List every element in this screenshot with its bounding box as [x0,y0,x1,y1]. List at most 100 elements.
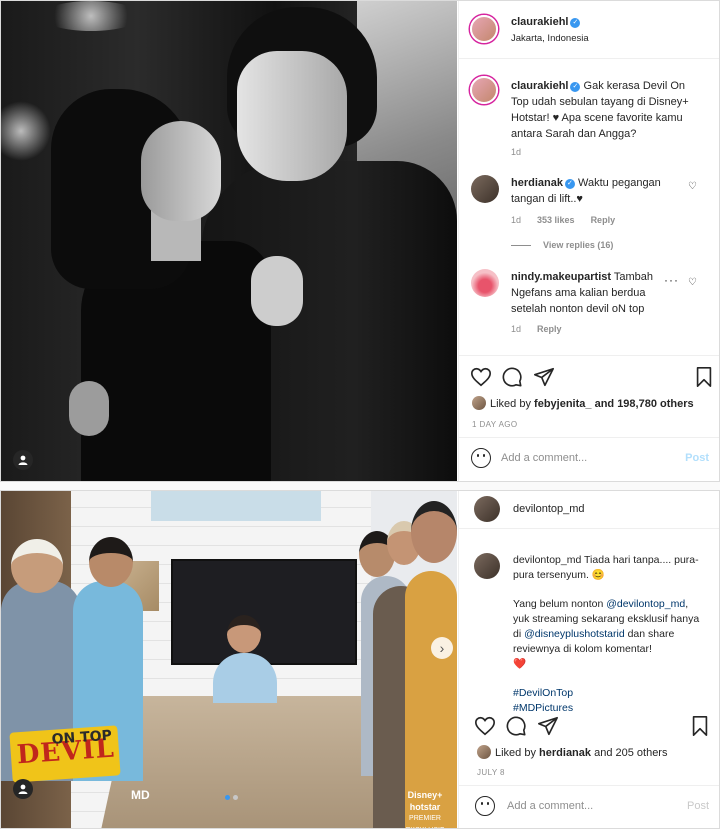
hand [69,381,109,436]
carousel-dot [233,795,238,800]
verified-icon: ✓ [570,82,581,92]
person-head [411,501,457,563]
post-actions: Liked by herdianak and 205 others JULY 8 [459,705,719,785]
mention-link[interactable]: @devilontop_md [606,598,685,610]
avatar[interactable] [470,76,498,104]
comment: nindy.makeupartist Tambah Ngefans ama ka… [511,269,655,317]
emoji-icon[interactable] [475,796,495,816]
post-2-photo[interactable]: DEVIL ON TOP MD Disney+ hotstar PREMIER … [1,491,457,828]
reply-button[interactable]: Reply [591,215,616,225]
hashtag-link[interactable]: #DevilOnTop [513,686,705,701]
tv-screen [171,559,357,665]
caption-text: Yang belum nonton [513,598,604,610]
user-tag-icon[interactable] [13,779,33,799]
liked-by-prefix: Liked by [490,398,531,410]
avatar [472,396,486,410]
post-header: claurakiehl ✓ Jakarta, Indonesia [459,1,719,59]
caption-username[interactable]: claurakiehl [511,80,568,92]
author-username[interactable]: devilontop_md [513,503,585,515]
bookmark-icon[interactable] [689,715,711,737]
caption-time: 1d [511,147,522,157]
hotstar-subtitle: PREMIER EKSKLUSIF [406,815,445,828]
comment-meta: 1d 353 likes Reply [511,215,615,225]
verified-icon: ✓ [570,18,581,28]
person-head [89,537,133,587]
conference-table [101,696,391,828]
more-icon[interactable]: ··· [664,273,679,287]
heart-emoji: ❤️ [513,658,527,670]
background-light [41,1,141,31]
comment-input[interactable]: Add a comment... [507,800,593,812]
verified-icon: ✓ [564,179,575,189]
caption: devilontop_md Tiada hari tanpa.... pura-… [513,553,705,716]
author-line: devilontop_md [513,503,585,515]
avatar[interactable] [474,553,500,579]
post-1-sidebar: claurakiehl ✓ Jakarta, Indonesia clauraki… [458,1,719,481]
heart-icon[interactable]: ♡ [688,181,697,192]
reply-button[interactable]: Reply [537,324,562,334]
carousel-dot-active [225,795,230,800]
liked-by-user[interactable]: febyjenita_ [534,398,591,410]
comment-username[interactable]: herdianak [511,177,563,189]
emoji-icon[interactable] [471,448,491,468]
comment-time: 1d [511,324,522,334]
view-replies-button[interactable]: View replies (16) [543,240,613,250]
add-comment-bar: Add a comment... Post [459,437,719,481]
heart-icon[interactable] [474,715,496,737]
add-comment-bar: Add a comment... Post [459,785,719,829]
hand [251,256,303,326]
location[interactable]: Jakarta, Indonesia [511,33,589,44]
likes-summary: Liked by febyjenita_ and 198,780 others [472,396,694,410]
md-pictures-logo: MD [131,788,150,802]
user-tag-icon[interactable] [13,450,33,470]
avatar[interactable] [471,175,499,203]
carousel-dots [225,791,241,803]
avatar[interactable] [471,269,499,297]
post-1-photo[interactable] [1,1,457,481]
ceiling [151,491,321,521]
heart-icon[interactable] [470,366,492,388]
comment: herdianak ✓ Waktu pegangan tangan di lift… [511,175,689,207]
comment-username[interactable]: nindy.makeupartist [511,271,611,283]
mention-link[interactable]: @disneyplushotstarid [524,628,625,640]
likes-count[interactable]: and 205 others [594,747,667,759]
comment-likes[interactable]: 353 likes [537,215,575,225]
avatar [477,745,491,759]
author-line: claurakiehl ✓ [511,16,581,28]
post-1: claurakiehl ✓ Jakarta, Indonesia clauraki… [0,0,720,482]
chevron-right-icon[interactable]: › [431,637,453,659]
hotstar-brand: Disney+ hotstar [407,790,443,812]
hotstar-logo: Disney+ hotstar PREMIER EKSKLUSIF [393,789,457,828]
bookmark-icon[interactable] [693,366,715,388]
post-2: DEVIL ON TOP MD Disney+ hotstar PREMIER … [0,490,720,829]
liked-by-prefix: Liked by [495,747,536,759]
post-date: JULY 8 [477,768,505,777]
heart-icon[interactable]: ♡ [688,277,697,288]
person-head [11,539,63,593]
comment-icon[interactable] [501,366,523,388]
post-button[interactable]: Post [687,800,709,812]
man-face [237,51,347,181]
avatar[interactable] [470,15,498,43]
comment-time: 1d [511,215,522,225]
background-light [1,101,51,161]
post-actions: Liked by febyjenita_ and 198,780 others … [459,355,719,441]
woman-face [141,121,221,221]
post-button[interactable]: Post [685,452,709,464]
comment-icon[interactable] [505,715,527,737]
person-head [227,615,261,653]
author-username[interactable]: claurakiehl [511,16,568,28]
avatar[interactable] [474,496,500,522]
comment-input[interactable]: Add a comment... [501,452,587,464]
comment-meta: 1d Reply [511,324,562,334]
caption-username[interactable]: devilontop_md [513,554,581,566]
likes-count[interactable]: and 198,780 others [595,398,694,410]
post-date: 1 DAY AGO [472,420,518,429]
person [213,653,277,703]
liked-by-user[interactable]: herdianak [539,747,591,759]
post-2-sidebar: devilontop_md devilontop_md Tiada hari t… [458,491,719,828]
share-icon[interactable] [533,366,555,388]
share-icon[interactable] [537,715,559,737]
